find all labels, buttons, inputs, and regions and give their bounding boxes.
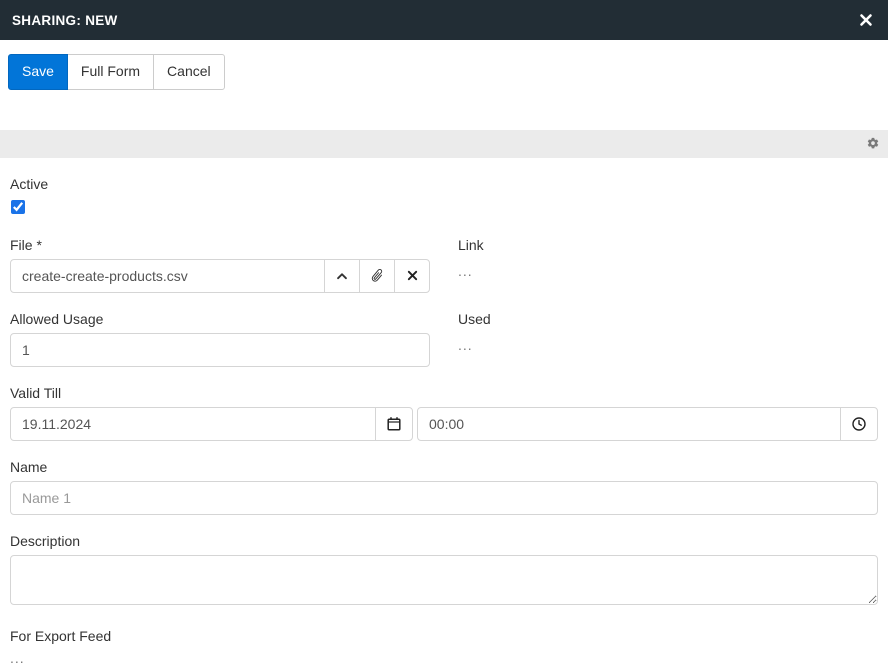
used-value: ...	[458, 337, 878, 353]
file-input[interactable]	[10, 259, 325, 293]
action-button-group: Save Full Form Cancel	[8, 54, 225, 90]
field-allowed-usage: Allowed Usage	[10, 311, 430, 367]
used-label: Used	[458, 311, 878, 327]
active-checkbox[interactable]	[11, 200, 25, 214]
file-label: File *	[10, 237, 430, 253]
gear-icon	[866, 137, 880, 151]
valid-till-date-group	[10, 407, 413, 441]
field-description: Description	[10, 533, 878, 610]
spacer-cell	[458, 176, 878, 219]
paperclip-icon	[370, 268, 385, 283]
valid-till-row	[10, 407, 878, 441]
clock-icon	[851, 416, 867, 432]
valid-till-label: Valid Till	[10, 385, 878, 401]
allowed-usage-label: Allowed Usage	[10, 311, 430, 327]
time-picker-button[interactable]	[840, 407, 878, 441]
modal-header: SHARING: NEW	[0, 0, 888, 40]
chevron-up-icon	[335, 269, 349, 283]
description-label: Description	[10, 533, 878, 549]
allowed-usage-input[interactable]	[10, 333, 430, 367]
field-for-export-feed: For Export Feed ...	[10, 628, 878, 666]
panel-toolbar	[0, 130, 888, 158]
file-clear-button[interactable]	[394, 259, 430, 293]
full-form-button[interactable]: Full Form	[67, 54, 154, 90]
field-active: Active	[10, 176, 430, 219]
save-button[interactable]: Save	[8, 54, 68, 90]
valid-till-date-input[interactable]	[10, 407, 376, 441]
file-input-group	[10, 259, 430, 293]
link-label: Link	[458, 237, 878, 253]
name-label: Name	[10, 459, 878, 475]
x-icon	[858, 12, 874, 28]
field-link: Link ...	[458, 237, 878, 293]
description-textarea[interactable]	[10, 555, 878, 605]
date-picker-button[interactable]	[375, 407, 413, 441]
active-label: Active	[10, 176, 430, 192]
clear-x-icon	[406, 269, 419, 282]
field-name: Name	[10, 459, 878, 515]
field-used: Used ...	[458, 311, 878, 367]
for-export-feed-label: For Export Feed	[10, 628, 878, 644]
field-valid-till: Valid Till	[10, 385, 878, 441]
sharing-form: Active File *	[0, 158, 888, 666]
field-file: File *	[10, 237, 430, 293]
for-export-feed-value: ...	[10, 650, 878, 666]
valid-till-time-input[interactable]	[417, 407, 841, 441]
calendar-icon	[386, 416, 402, 432]
cancel-button[interactable]: Cancel	[153, 54, 225, 90]
link-value: ...	[458, 263, 878, 279]
file-attach-button[interactable]	[359, 259, 395, 293]
name-input[interactable]	[10, 481, 878, 515]
file-collapse-button[interactable]	[324, 259, 360, 293]
valid-till-time-group	[417, 407, 878, 441]
modal-title: SHARING: NEW	[12, 13, 118, 28]
close-button[interactable]	[858, 12, 874, 28]
panel-settings-button[interactable]	[866, 137, 880, 151]
